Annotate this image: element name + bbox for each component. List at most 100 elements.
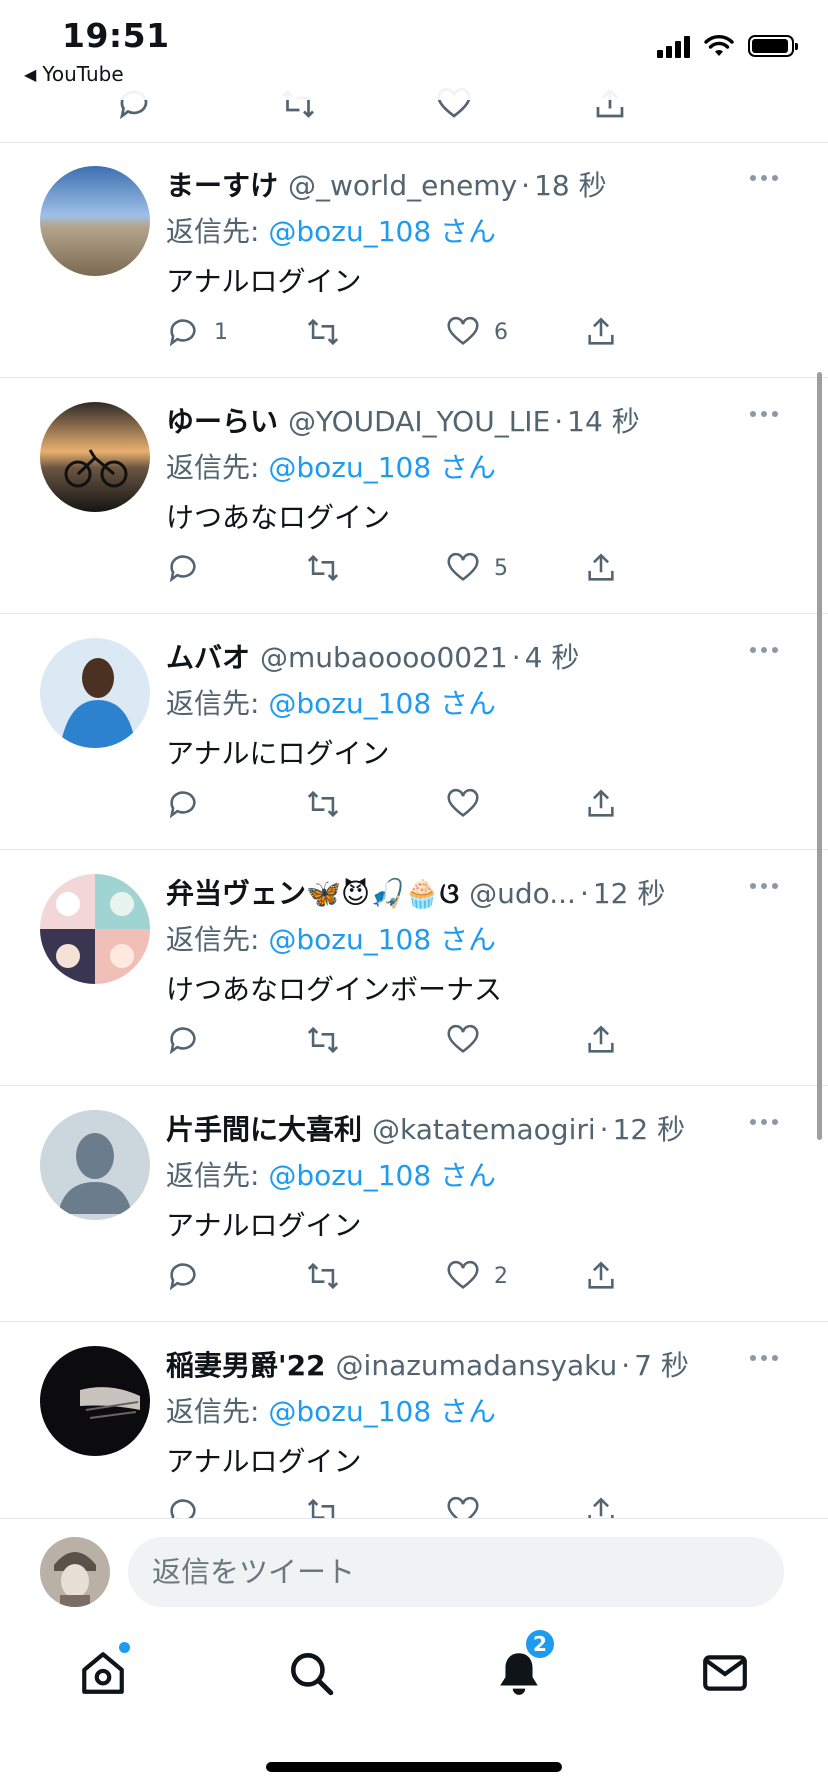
tweet-header: 稲妻男爵'22 @inazumadansyaku · 7 秒 — [166, 1344, 728, 1384]
reply-context: 返信先: @bozu_108 さん — [166, 1390, 496, 1430]
reply-button[interactable] — [166, 1258, 214, 1294]
more-icon[interactable] — [750, 640, 784, 660]
tab-notifications[interactable]: 2 — [494, 1628, 556, 1698]
tweet-actions: 1 6 — [166, 314, 726, 354]
like-button[interactable]: 2 — [446, 1258, 508, 1294]
retweet-icon — [307, 790, 339, 818]
tweet-text: アナルログイン — [166, 265, 362, 298]
tweet[interactable]: ムバオ @mubaoooo0021 · 4 秒 返信先: @bozu_108 さ… — [0, 614, 828, 850]
author-handle[interactable]: @udo... — [469, 877, 576, 910]
reply-input[interactable] — [128, 1537, 784, 1607]
tab-search[interactable] — [286, 1648, 336, 1698]
avatar[interactable] — [40, 874, 150, 984]
more-icon[interactable] — [750, 1112, 784, 1132]
reply-feed[interactable]: まーすけ @_world_enemy · 18 秒 返信先: @bozu_108… — [0, 142, 828, 1518]
reply-to-link[interactable]: @bozu_108 さん — [268, 687, 496, 720]
reply-icon — [169, 1263, 196, 1291]
author-handle[interactable]: @_world_enemy — [288, 169, 517, 202]
retweet-button[interactable] — [306, 1022, 354, 1058]
reply-button[interactable] — [166, 1494, 214, 1518]
share-button[interactable] — [584, 1258, 618, 1294]
author-name[interactable]: まーすけ — [166, 164, 278, 204]
avatar[interactable] — [40, 1110, 150, 1220]
my-avatar[interactable] — [40, 1537, 110, 1607]
tweet-actions: 2 — [166, 1258, 726, 1298]
retweet-button[interactable] — [306, 550, 354, 586]
avatar[interactable] — [40, 638, 150, 748]
retweet-button[interactable] — [306, 786, 354, 822]
tweet-actions: 5 — [166, 550, 726, 590]
retweet-icon — [307, 554, 339, 582]
search-icon — [291, 1653, 334, 1696]
share-icon — [588, 1261, 614, 1289]
share-button[interactable] — [584, 1494, 618, 1518]
more-icon[interactable] — [750, 404, 784, 424]
like-button[interactable]: 5 — [446, 550, 508, 586]
reply-button[interactable] — [166, 786, 214, 822]
like-button[interactable]: 6 — [446, 314, 508, 350]
reply-to-link[interactable]: @bozu_108 さん — [268, 215, 496, 248]
reply-to-link[interactable]: @bozu_108 さん — [268, 451, 496, 484]
home-indicator[interactable] — [266, 1762, 562, 1772]
status-time: 19:51 — [62, 16, 170, 55]
author-name[interactable]: 稲妻男爵'22 — [166, 1344, 326, 1384]
tweet[interactable]: 片手間に大喜利 @katatemaogiri · 12 秒 返信先: @bozu… — [0, 1086, 828, 1322]
author-name[interactable]: 弁当ヴェン🦋😈🎣🧁ଓ — [166, 872, 459, 912]
author-name[interactable]: ムバオ — [166, 636, 250, 676]
share-button[interactable] — [584, 314, 618, 350]
more-icon[interactable] — [750, 876, 784, 896]
status-bar: 19:51 ◀ YouTube — [0, 0, 828, 100]
retweet-button[interactable] — [306, 1494, 354, 1518]
reply-button[interactable]: 1 — [166, 314, 228, 350]
more-icon[interactable] — [750, 1348, 784, 1368]
retweet-icon — [307, 1026, 339, 1054]
author-name[interactable]: ゆーらい — [166, 400, 278, 440]
author-handle[interactable]: @inazumadansyaku — [336, 1349, 618, 1382]
like-button[interactable] — [446, 1022, 494, 1058]
like-icon — [447, 1260, 479, 1289]
like-count: 6 — [494, 319, 508, 345]
tweet-header: まーすけ @_world_enemy · 18 秒 — [166, 164, 728, 204]
like-button[interactable] — [446, 786, 494, 822]
share-icon — [588, 1025, 614, 1053]
avatar[interactable] — [40, 402, 150, 512]
reply-button[interactable] — [166, 550, 214, 586]
tweet[interactable]: 弁当ヴェン🦋😈🎣🧁ଓ @udo... · 12 秒 返信先: @bozu_108… — [0, 850, 828, 1086]
author-name[interactable]: 片手間に大喜利 — [166, 1108, 362, 1148]
author-handle[interactable]: @katatemaogiri — [372, 1113, 596, 1146]
reply-context: 返信先: @bozu_108 さん — [166, 682, 496, 722]
retweet-button[interactable] — [306, 314, 354, 350]
share-button[interactable] — [584, 786, 618, 822]
retweet-icon — [307, 318, 339, 346]
avatar[interactable] — [40, 166, 150, 276]
reply-to-link[interactable]: @bozu_108 さん — [268, 1159, 496, 1192]
reply-button[interactable] — [166, 1022, 214, 1058]
reply-context: 返信先: @bozu_108 さん — [166, 1154, 496, 1194]
new-tweets-dot — [119, 1642, 130, 1653]
like-icon — [447, 316, 479, 345]
retweet-icon — [307, 1262, 339, 1290]
scrollbar[interactable] — [817, 372, 822, 1140]
author-handle[interactable]: @YOUDAI_YOU_LIE — [288, 405, 550, 438]
tweet-text: けつあなログイン — [166, 501, 391, 534]
retweet-button[interactable] — [306, 1258, 354, 1294]
tweet-time: 4 秒 — [524, 641, 580, 674]
more-icon[interactable] — [750, 168, 784, 188]
tweet-actions — [166, 1494, 726, 1518]
tab-messages[interactable] — [700, 1648, 750, 1698]
avatar[interactable] — [40, 1346, 150, 1456]
reply-to-link[interactable]: @bozu_108 さん — [268, 923, 496, 956]
tweet-text: アナルにログイン — [166, 737, 390, 770]
reply-context: 返信先: @bozu_108 さん — [166, 210, 496, 250]
share-button[interactable] — [584, 550, 618, 586]
reply-to-link[interactable]: @bozu_108 さん — [268, 1395, 496, 1428]
tweet[interactable]: まーすけ @_world_enemy · 18 秒 返信先: @bozu_108… — [0, 142, 828, 378]
tweet[interactable]: ゆーらい @YOUDAI_YOU_LIE · 14 秒 返信先: @bozu_1… — [0, 378, 828, 614]
back-to-app-link[interactable]: ◀ YouTube — [24, 62, 124, 86]
author-handle[interactable]: @mubaoooo0021 — [260, 641, 508, 674]
like-button[interactable] — [446, 1494, 494, 1518]
tweet[interactable]: 稲妻男爵'22 @inazumadansyaku · 7 秒 返信先: @boz… — [0, 1322, 828, 1518]
tab-home[interactable] — [78, 1642, 130, 1698]
share-button[interactable] — [584, 1022, 618, 1058]
wifi-icon — [704, 35, 734, 56]
